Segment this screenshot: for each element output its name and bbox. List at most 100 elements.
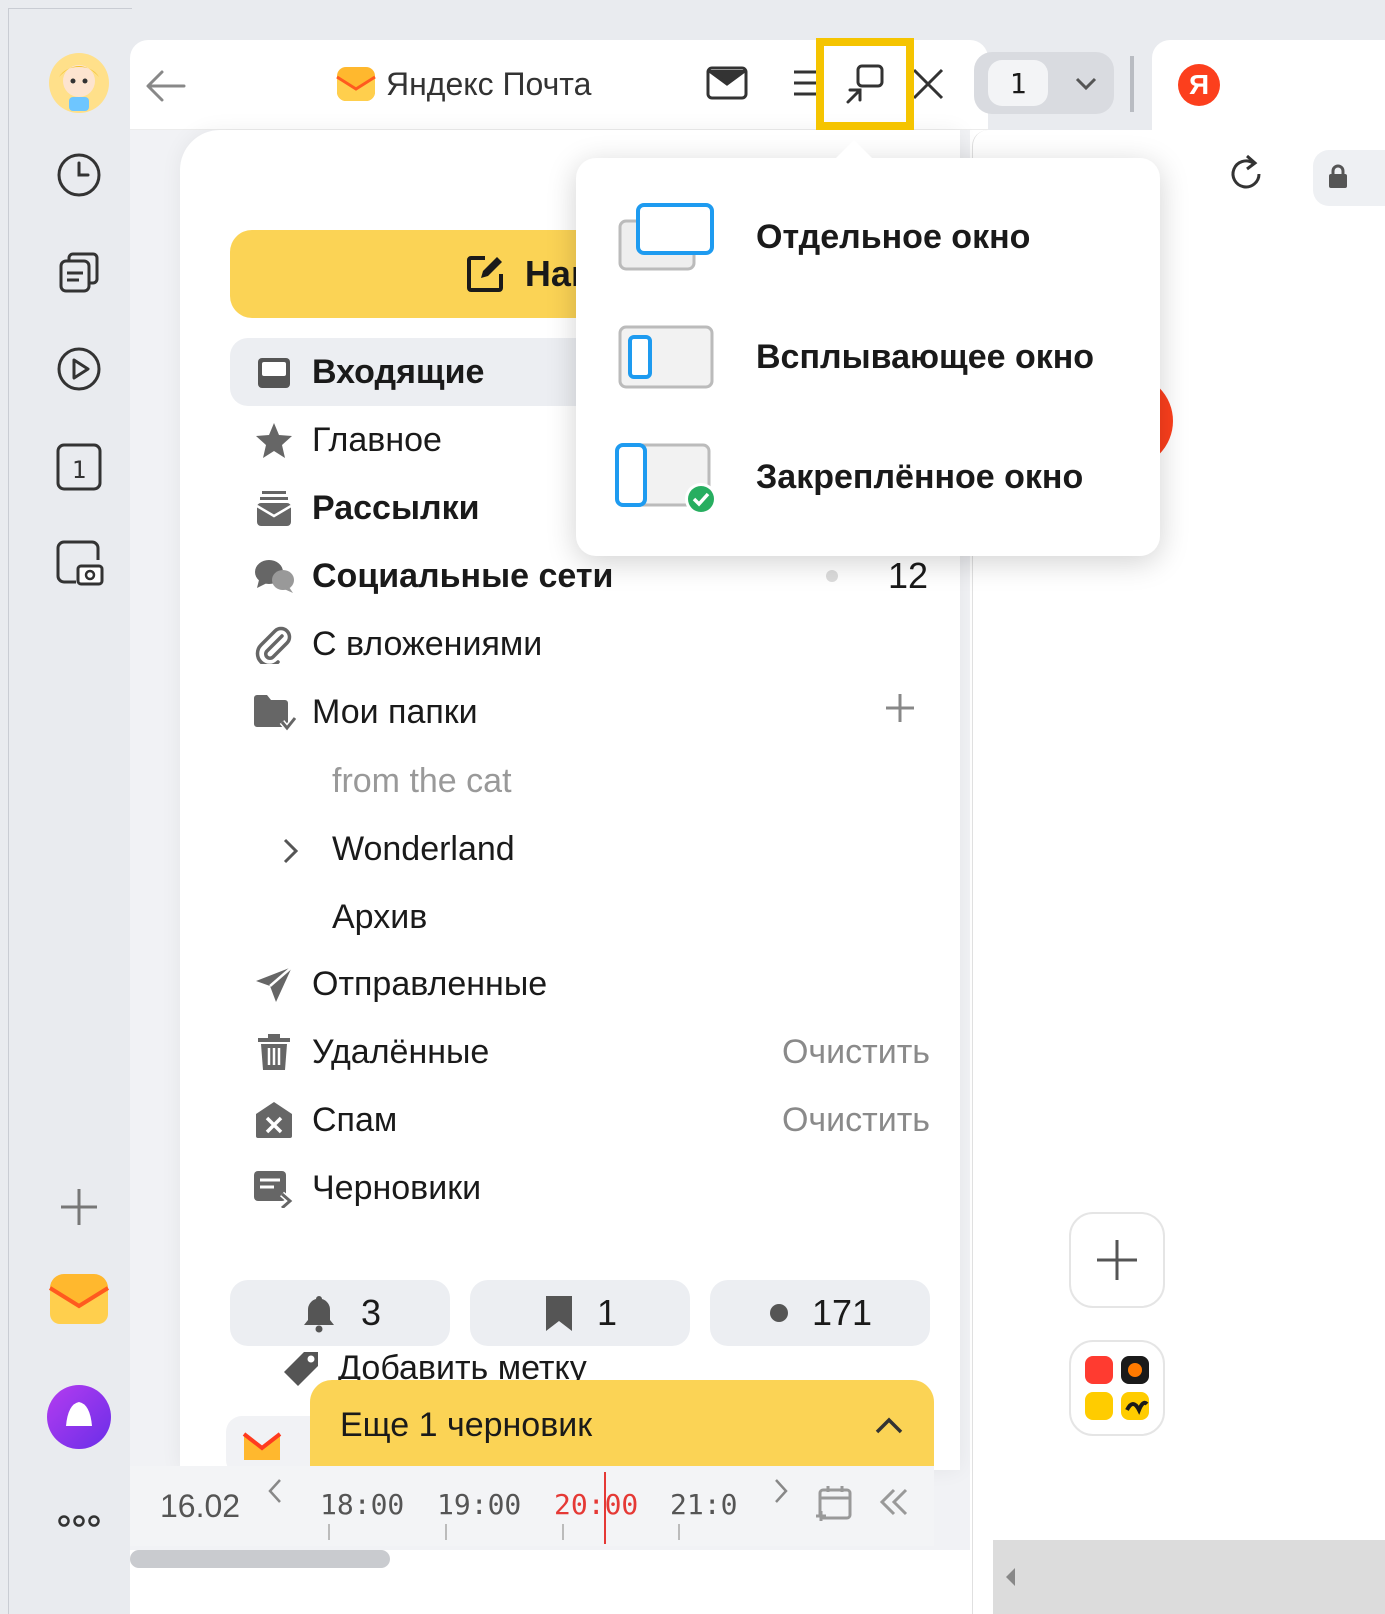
star-icon xyxy=(244,420,304,460)
folder-sent[interactable]: Отправленные xyxy=(230,950,950,1018)
pinned-window-icon xyxy=(576,437,756,517)
chevron-down-icon xyxy=(1075,77,1097,91)
calendar-timeline: 16.02 18:00 19:00 20:00 21:0 xyxy=(130,1466,934,1546)
lock-icon xyxy=(1329,164,1347,188)
calendar-icon-number: 1 xyxy=(72,456,86,484)
trash-icon xyxy=(244,1032,304,1072)
chip-value: 3 xyxy=(360,1292,382,1333)
sent-icon xyxy=(244,964,304,1004)
back-icon[interactable] xyxy=(144,64,188,113)
tab-divider xyxy=(1130,56,1134,112)
dot-icon xyxy=(769,1304,788,1322)
app-sidebar: 1 xyxy=(8,8,132,1614)
clear-spam-link[interactable]: Очистить xyxy=(782,1101,930,1140)
popup-window-icon xyxy=(576,321,756,393)
menu-item-label: Всплывающее окно xyxy=(756,337,1095,376)
drafts-bar[interactable]: Еще 1 черновик xyxy=(310,1380,934,1470)
separate-window-icon xyxy=(576,201,756,273)
folder-attachments[interactable]: С вложениями xyxy=(230,610,950,678)
yandex-logo: Я xyxy=(1178,64,1220,106)
panel-title-text: Яндекс Почта xyxy=(386,65,592,102)
timeline-time: 19:00 xyxy=(437,1488,522,1521)
folder-label: Отправленные xyxy=(312,964,548,1003)
menu-pointer xyxy=(834,140,874,160)
chip-value: 171 xyxy=(811,1292,873,1333)
add-icon xyxy=(1097,1240,1137,1280)
important-chip[interactable]: 1 xyxy=(470,1280,690,1346)
apps-icon xyxy=(1085,1356,1149,1420)
reload-icon[interactable] xyxy=(1223,152,1269,198)
screenshot-icon[interactable] xyxy=(45,529,113,597)
add-shortcut-button[interactable] xyxy=(1069,1212,1165,1308)
menu-item-popup-window[interactable]: Всплывающее окно xyxy=(576,302,1160,412)
history-icon[interactable] xyxy=(45,141,113,209)
folder-deleted[interactable]: Удалённые Очистить xyxy=(230,1018,950,1086)
menu-item-pinned-window[interactable]: Закреплённое окно xyxy=(576,422,1160,532)
clear-deleted-link[interactable]: Очистить xyxy=(782,1033,930,1072)
folder-label: С вложениями xyxy=(312,624,543,663)
current-time-line xyxy=(604,1472,606,1544)
bottom-scroll-area[interactable] xyxy=(993,1540,1385,1614)
tab-yandex[interactable]: Я xyxy=(1152,40,1385,130)
timeline-next-icon[interactable] xyxy=(770,1476,792,1506)
attachment-icon xyxy=(244,624,304,664)
unread-dot xyxy=(826,570,838,582)
unread-chip[interactable]: 171 xyxy=(710,1280,930,1346)
bookmark-icon xyxy=(545,1296,572,1331)
chevron-right-icon[interactable] xyxy=(280,836,302,871)
tab-counter: 1 xyxy=(988,60,1048,106)
drafts-icon xyxy=(244,1168,304,1208)
folder-drafts[interactable]: Черновики xyxy=(230,1154,950,1222)
subfolder-archive[interactable]: Архив xyxy=(332,898,427,937)
timeline-time: 21:0 xyxy=(670,1488,738,1521)
open-mail-icon[interactable] xyxy=(706,66,748,105)
highlight-frame xyxy=(816,38,914,130)
timeline-time-current: 20:00 xyxy=(554,1488,639,1521)
more-icon[interactable] xyxy=(45,1487,113,1555)
add-folder-icon[interactable] xyxy=(884,692,916,733)
tick xyxy=(328,1524,330,1540)
scroll-left-icon[interactable] xyxy=(1003,1566,1019,1588)
horizontal-scrollbar[interactable] xyxy=(130,1550,390,1568)
avatar[interactable] xyxy=(45,49,113,117)
calendar-icon[interactable]: 1 xyxy=(45,433,113,501)
menu-item-label: Закреплённое окно xyxy=(756,457,1084,496)
bell-icon xyxy=(303,1296,334,1333)
add-event-icon[interactable] xyxy=(812,1482,856,1526)
tick xyxy=(678,1524,680,1540)
collections-icon[interactable] xyxy=(45,239,113,307)
mail-icon[interactable] xyxy=(45,1265,113,1333)
timeline-date: 16.02 xyxy=(160,1488,241,1524)
timeline-prev-icon[interactable] xyxy=(264,1476,286,1506)
inbox-icon xyxy=(244,352,304,392)
tab-group-toggle[interactable]: 1 xyxy=(974,52,1114,114)
drafts-bar-text: Еще 1 черновик xyxy=(340,1405,593,1444)
compose-icon xyxy=(466,256,503,292)
newsletters-icon xyxy=(244,488,304,528)
folder-label: Мои папки xyxy=(312,692,478,731)
folder-spam[interactable]: Спам Очистить xyxy=(230,1086,950,1154)
chevron-up-icon[interactable] xyxy=(874,1415,904,1435)
apps-button[interactable] xyxy=(1069,1340,1165,1436)
add-icon[interactable] xyxy=(45,1173,113,1241)
browser-tabs: 1 Я xyxy=(972,40,1385,130)
tag-icon xyxy=(284,1352,318,1386)
reminders-chip[interactable]: 3 xyxy=(230,1280,450,1346)
close-icon[interactable] xyxy=(908,64,948,109)
mail-icon xyxy=(242,1432,282,1460)
mail-logo-icon xyxy=(336,67,376,101)
video-icon[interactable] xyxy=(45,335,113,403)
folder-my-folders[interactable]: Мои папки xyxy=(230,678,950,746)
address-bar[interactable] xyxy=(1313,150,1385,206)
folder-label: Социальные сети xyxy=(312,556,614,595)
subfolder-wonderland[interactable]: Wonderland xyxy=(332,830,515,869)
subfolder-from-the-cat[interactable]: from the cat xyxy=(332,762,512,801)
chip-value: 1 xyxy=(596,1292,618,1333)
alice-icon[interactable] xyxy=(45,1383,113,1451)
spam-icon xyxy=(244,1100,304,1140)
social-icon xyxy=(244,556,304,596)
collapse-icon[interactable] xyxy=(876,1484,912,1520)
timeline-time: 18:00 xyxy=(320,1488,405,1521)
menu-item-label: Отдельное окно xyxy=(756,217,1031,256)
menu-item-separate-window[interactable]: Отдельное окно xyxy=(576,182,1160,292)
